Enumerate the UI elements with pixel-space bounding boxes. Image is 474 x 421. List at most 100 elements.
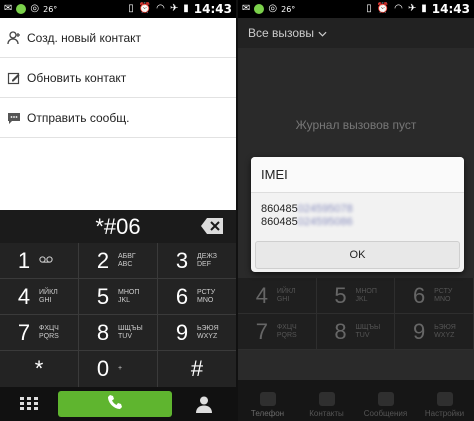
message-notification-icon: ✉ xyxy=(4,3,13,14)
call-button[interactable] xyxy=(58,391,172,417)
app-notification-icon xyxy=(16,4,27,14)
alarm-icon: ⏰ xyxy=(138,3,152,14)
menu-item-create-contact[interactable]: Созд. новый контакт xyxy=(0,18,236,58)
imei-value-2: 860485 024595086 xyxy=(261,216,464,229)
key-6[interactable]: 6 РСТУ MNO xyxy=(158,279,236,314)
voicemail-icon xyxy=(39,255,63,266)
dialog-title: IMEI xyxy=(251,157,464,193)
key-letters: ШЩЪЫ TUV xyxy=(118,324,143,340)
key-digit: 7 xyxy=(17,319,31,345)
key-digit: # xyxy=(190,356,204,381)
clock: 14:43 xyxy=(431,2,470,16)
nav-label: Сообщения xyxy=(363,409,408,418)
wifi-icon: ◠ xyxy=(394,3,403,14)
empty-call-log-text: Журнал вызовов пуст xyxy=(295,118,417,132)
clock: 14:43 xyxy=(193,2,232,16)
imei-prefix: 860485 xyxy=(261,203,298,215)
dial-keypad: 1 2 АБВГ ABC 3 ДЕЖЗ DEF 4 ИЙКЛ GHI 5 МНОП JK… xyxy=(0,243,236,387)
menu-item-label: Обновить контакт xyxy=(27,70,127,85)
imei-blurred-digits: 024595086 xyxy=(297,216,353,228)
key-5[interactable]: 5 МНОП JKL xyxy=(79,279,158,314)
key-digit: 8 xyxy=(334,318,347,344)
key-digit: 6 xyxy=(175,283,189,309)
nav-phone[interactable]: Телефон xyxy=(238,380,297,421)
key-letters: ФХЦЧ PQRS xyxy=(276,323,297,339)
key-letters: ЬЭЮЯ WXYZ xyxy=(434,323,456,339)
key-1[interactable]: 1 xyxy=(0,243,79,278)
key-digit: 5 xyxy=(96,283,110,309)
status-bar: ✉ ◎ 26° ▯ ⏰ ◠ ✈ ▮ 14:43 xyxy=(238,0,474,18)
contact-icon[interactable] xyxy=(172,395,236,413)
person-add-icon xyxy=(7,30,21,45)
keypad-toggle-icon[interactable] xyxy=(0,397,58,411)
nav-settings[interactable]: Настройки xyxy=(415,380,474,421)
key-digit: 3 xyxy=(175,247,189,273)
dialer-menu: Созд. новый контакт Обновить контакт Отп… xyxy=(0,18,236,138)
phone-icon xyxy=(259,392,276,406)
dial-number-field[interactable]: *#06 xyxy=(0,210,236,243)
menu-item-label: Созд. новый контакт xyxy=(27,30,142,45)
imei-blurred-digits: 024595078 xyxy=(297,203,353,215)
dimmed-keypad: 4 ИЙКЛ GHI 5 МНОП JKL 6 РСТУ MNO 7 ФХЦЧ PQRS… xyxy=(238,278,474,350)
temperature-text: 26° xyxy=(43,4,58,14)
key-digit: 8 xyxy=(96,319,110,345)
key-digit: 9 xyxy=(175,319,189,345)
key-digit: 0 xyxy=(96,356,110,381)
key-7[interactable]: 7 ФХЦЧ PQRS xyxy=(0,315,79,350)
keypad-row: 7 ФХЦЧ PQRS 8 ШЩЪЫ TUV 9 ЬЭЮЯ WXYZ xyxy=(0,315,236,351)
settings-icon xyxy=(436,392,453,406)
key-digit: 1 xyxy=(17,247,31,273)
security-notification-icon: ◎ xyxy=(30,3,40,14)
airplane-icon: ✈ xyxy=(169,3,179,14)
key-letters: ЬЭЮЯ WXYZ xyxy=(197,324,219,340)
key-star[interactable]: * xyxy=(0,351,79,387)
airplane-icon: ✈ xyxy=(407,3,417,14)
key-8: 8 ШЩЪЫ TUV xyxy=(317,314,396,349)
dialer-screen: ✉ ◎ 26° ▯ ⏰ ◠ ✈ ▮ 14:43 Созд. новый конт… xyxy=(0,0,236,421)
key-digit: 5 xyxy=(334,282,347,308)
key-digit: 2 xyxy=(96,247,110,273)
keypad-row: 4 ИЙКЛ GHI 5 МНОП JKL 6 РСТУ MNO xyxy=(238,278,474,314)
key-2[interactable]: 2 АБВГ ABC xyxy=(79,243,158,278)
key-digit: 4 xyxy=(255,282,268,308)
key-digit: 4 xyxy=(17,283,31,309)
backspace-icon[interactable] xyxy=(200,217,224,235)
status-bar: ✉ ◎ 26° ▯ ⏰ ◠ ✈ ▮ 14:43 xyxy=(0,0,236,18)
battery-icon: ▮ xyxy=(183,3,189,14)
key-4[interactable]: 4 ИЙКЛ GHI xyxy=(0,279,79,314)
call-filter-dropdown[interactable]: Все вызовы xyxy=(238,18,474,48)
key-letters: ИЙКЛ GHI xyxy=(39,288,58,304)
key-letters: МНОП JKL xyxy=(355,287,377,303)
key-9: 9 ЬЭЮЯ WXYZ xyxy=(395,314,474,349)
key-3[interactable]: 3 ДЕЖЗ DEF xyxy=(158,243,236,278)
menu-item-update-contact[interactable]: Обновить контакт xyxy=(0,58,236,98)
key-hash[interactable]: # xyxy=(158,351,236,387)
call-filter-label: Все вызовы xyxy=(248,26,315,40)
bottom-nav: Телефон Контакты Сообщения Настройки xyxy=(238,380,474,421)
wifi-icon: ◠ xyxy=(156,3,165,14)
nav-contacts[interactable]: Контакты xyxy=(297,380,356,421)
key-0[interactable]: 0 + xyxy=(79,351,158,387)
imei-prefix: 860485 xyxy=(261,216,298,228)
key-letters: ФХЦЧ PQRS xyxy=(39,324,59,340)
vibrate-icon: ▯ xyxy=(366,3,372,14)
call-bar xyxy=(0,387,236,421)
ok-button[interactable]: OK xyxy=(255,241,460,269)
menu-item-send-message[interactable]: Отправить сообщ. xyxy=(0,98,236,138)
battery-icon: ▮ xyxy=(421,3,427,14)
nav-messages[interactable]: Сообщения xyxy=(356,380,415,421)
key-8[interactable]: 8 ШЩЪЫ TUV xyxy=(79,315,158,350)
nav-label: Телефон xyxy=(250,409,285,418)
messages-icon xyxy=(377,392,394,406)
dialog-body: 860485 024595078 860485 024595086 xyxy=(251,193,464,229)
vibrate-icon: ▯ xyxy=(128,3,134,14)
contacts-icon xyxy=(318,392,335,406)
key-letters: РСТУ MNO xyxy=(434,287,453,303)
key-digit: 9 xyxy=(413,318,426,344)
keypad-row: 7 ФХЦЧ PQRS 8 ШЩЪЫ TUV 9 ЬЭЮЯ WXYZ xyxy=(238,314,474,350)
key-9[interactable]: 9 ЬЭЮЯ WXYZ xyxy=(158,315,236,350)
key-letters: ДЕЖЗ DEF xyxy=(197,252,218,268)
key-letters: АБВГ ABC xyxy=(118,252,136,268)
call-log-screen: ✉ ◎ 26° ▯ ⏰ ◠ ✈ ▮ 14:43 Все вызовы Журна… xyxy=(238,0,474,421)
key-4: 4 ИЙКЛ GHI xyxy=(238,278,317,313)
